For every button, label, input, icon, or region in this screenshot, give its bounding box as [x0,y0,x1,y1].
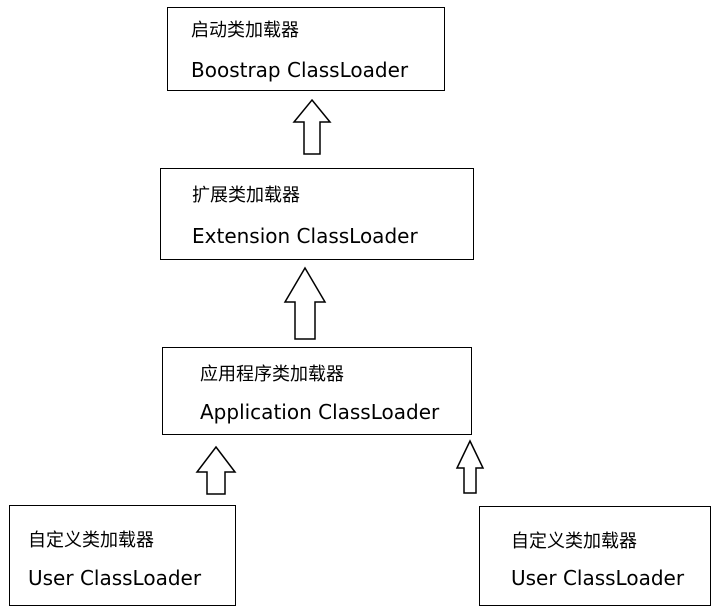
node-cn-label: 扩展类加载器 [192,185,300,206]
user-classloader-left-node: 自定义类加载器 User ClassLoader [9,505,236,606]
arrow-up-icon [455,439,485,494]
extension-classloader-node: 扩展类加载器 Extension ClassLoader [160,168,474,260]
arrow-up-icon [195,445,237,495]
arrow-up-icon [283,266,327,340]
user-classloader-right-node: 自定义类加载器 User ClassLoader [479,506,711,606]
node-en-label: User ClassLoader [511,566,685,590]
node-cn-label: 应用程序类加载器 [200,364,344,385]
node-cn-label: 自定义类加载器 [28,530,154,551]
application-classloader-node: 应用程序类加载器 Application ClassLoader [162,347,472,435]
node-en-label: User ClassLoader [28,566,202,590]
node-en-label: Boostrap ClassLoader [191,58,409,82]
arrow-up-icon [292,98,332,155]
node-cn-label: 自定义类加载器 [511,531,637,552]
node-en-label: Application ClassLoader [200,400,440,424]
bootstrap-classloader-node: 启动类加载器 Boostrap ClassLoader [167,7,445,91]
node-cn-label: 启动类加载器 [191,20,299,41]
node-en-label: Extension ClassLoader [192,224,418,248]
